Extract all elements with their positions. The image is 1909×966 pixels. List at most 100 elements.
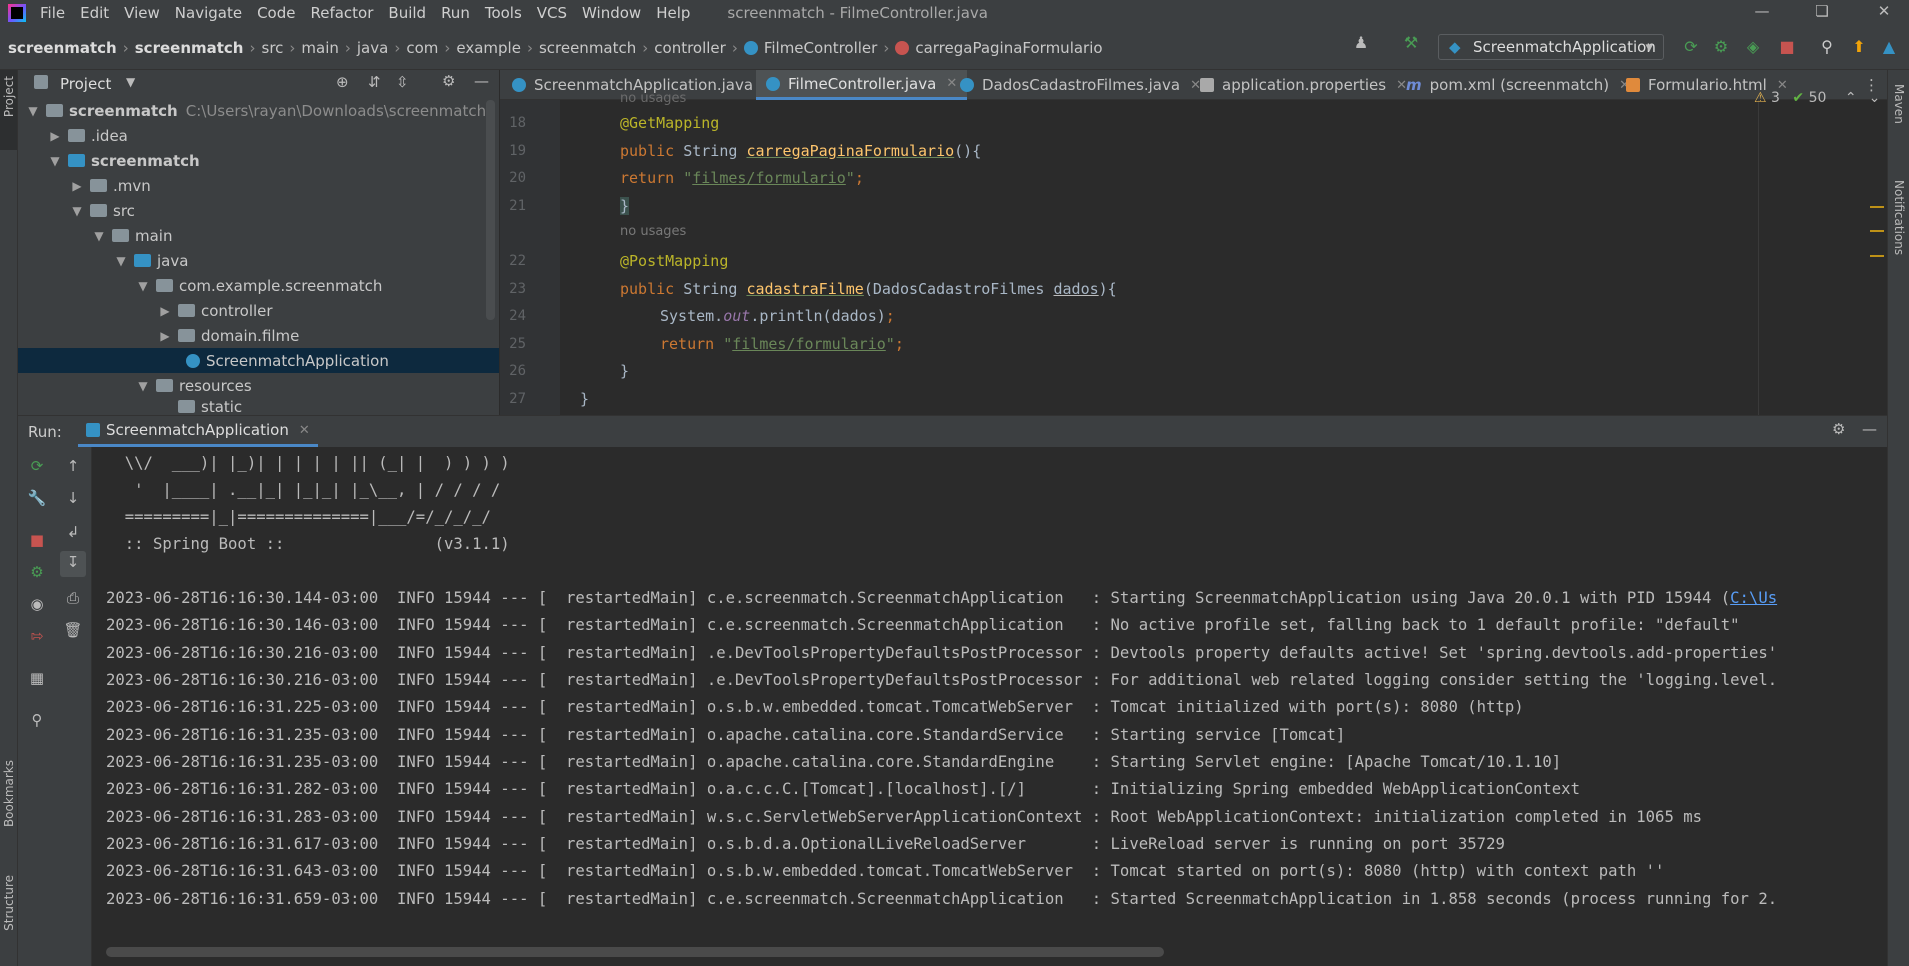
breadcrumb-method[interactable]: carregaPaginaFormulario: [915, 39, 1102, 57]
tab-dados-cadastro-filmes[interactable]: DadosCadastroFilmes.java ✕: [960, 70, 1201, 100]
print-icon[interactable]: ⎙: [62, 587, 84, 609]
tree-item-mvn[interactable]: ▶ .mvn: [70, 173, 150, 198]
console-horizontal-scrollbar[interactable]: [106, 947, 1164, 957]
code-line: public String cadastraFilme(DadosCadastr…: [620, 280, 1117, 298]
run-label: Run:: [28, 423, 62, 441]
tree-item-src[interactable]: ▼ src: [70, 198, 135, 223]
code-line: return "filmes/formulario";: [620, 169, 864, 187]
expand-all-icon[interactable]: ⇵: [368, 73, 381, 91]
project-scrollbar[interactable]: [486, 100, 495, 320]
menu-code[interactable]: Code: [257, 4, 295, 22]
menu-file[interactable]: File: [40, 4, 65, 22]
menu-run[interactable]: Run: [441, 4, 470, 22]
code-line: System.out.println(dados);: [660, 307, 895, 325]
rerun-icon[interactable]: ⟳: [26, 455, 48, 477]
tree-item-domain-filme[interactable]: ▶ domain.filme: [158, 323, 299, 348]
run-tab[interactable]: ScreenmatchApplication ✕: [78, 416, 318, 447]
layout-icon[interactable]: ▦: [26, 667, 48, 689]
intellij-logo-icon[interactable]: [8, 4, 26, 22]
tree-item-project-root[interactable]: ▼ screenmatch C:\Users\rayan\Downloads\scr…: [26, 98, 486, 123]
minimize-button[interactable]: —: [1750, 2, 1774, 24]
tree-item-main[interactable]: ▼ main: [92, 223, 172, 248]
project-view-label[interactable]: Project: [60, 75, 111, 93]
code-line: }: [620, 362, 630, 380]
tree-item-package[interactable]: ▼ com.example.screenmatch: [136, 273, 382, 298]
plugin-icon[interactable]: ▲: [1878, 36, 1900, 58]
breadcrumb-java[interactable]: java: [357, 39, 388, 57]
update-icon[interactable]: ⬆: [1848, 36, 1870, 58]
maven-tool-tab[interactable]: Maven: [1892, 84, 1906, 124]
menu-tools[interactable]: Tools: [485, 4, 522, 22]
tab-application-properties[interactable]: application.properties ✕: [1200, 70, 1407, 100]
wrench-icon[interactable]: 🔧: [26, 487, 48, 509]
tree-item-module[interactable]: ▼ screenmatch: [48, 148, 199, 173]
breadcrumb-src[interactable]: src: [262, 39, 284, 57]
editor-gutter: 18 19 20 21 22 23 24 25 26 27: [500, 100, 560, 415]
soft-wrap-icon[interactable]: ↲: [62, 521, 84, 543]
tree-item-resources[interactable]: ▼ resources: [136, 373, 251, 398]
tree-item-idea[interactable]: ▶ .idea: [48, 123, 128, 148]
menu-build[interactable]: Build: [388, 4, 426, 22]
breadcrumb-module[interactable]: screenmatch: [135, 39, 244, 57]
gear-icon[interactable]: ⚙: [442, 72, 455, 90]
run-configuration-select[interactable]: ScreenmatchApplication ▾ ◆: [1438, 34, 1664, 60]
code-line: }: [580, 390, 590, 408]
coverage-icon[interactable]: ◈: [1742, 36, 1764, 58]
tab-pom-xml[interactable]: m pom.xml (screenmatch) ✕: [1406, 70, 1630, 100]
stop-icon[interactable]: ■: [1776, 36, 1798, 58]
arrow-down-icon[interactable]: ↓: [62, 487, 84, 509]
bookmarks-tool-tab[interactable]: Bookmarks: [2, 760, 16, 827]
breadcrumb-controller[interactable]: controller: [654, 39, 726, 57]
arrow-up-icon[interactable]: ↑: [62, 455, 84, 477]
chevron-down-icon[interactable]: ▼: [126, 75, 135, 89]
breadcrumb-class[interactable]: FilmeController: [764, 39, 878, 57]
menu-help[interactable]: Help: [656, 4, 690, 22]
breadcrumb-main[interactable]: main: [301, 39, 338, 57]
tree-item-screenmatch-application[interactable]: ScreenmatchApplication: [18, 348, 499, 373]
project-tool-tab[interactable]: Project: [2, 76, 16, 117]
code-line: public String carregaPaginaFormulario(){: [620, 142, 982, 160]
tab-filme-controller[interactable]: FilmeController.java ✕: [756, 70, 968, 100]
main-menu: File Edit View Navigate Code Refactor Bu…: [40, 4, 705, 22]
menu-view[interactable]: View: [124, 4, 160, 22]
notifications-tool-tab[interactable]: Notifications: [1892, 180, 1906, 255]
debug-icon[interactable]: ⚙: [1710, 36, 1732, 58]
close-window-button[interactable]: ✕: [1872, 2, 1896, 24]
breadcrumb-screenmatch[interactable]: screenmatch: [539, 39, 636, 57]
build-hammer-icon[interactable]: ⚒: [1400, 32, 1422, 54]
breadcrumb-com[interactable]: com: [406, 39, 438, 57]
rerun-icon[interactable]: ⟳: [1680, 36, 1702, 58]
close-icon[interactable]: ✕: [299, 423, 310, 438]
collapse-all-icon[interactable]: ⇳: [396, 73, 409, 91]
menu-refactor[interactable]: Refactor: [310, 4, 373, 22]
menu-window[interactable]: Window: [582, 4, 641, 22]
exit-icon[interactable]: ⇰: [26, 625, 48, 647]
breadcrumb-project[interactable]: screenmatch: [8, 39, 117, 57]
menu-navigate[interactable]: Navigate: [175, 4, 242, 22]
tree-item-static[interactable]: static: [158, 398, 242, 415]
structure-tool-tab[interactable]: Structure: [2, 875, 16, 931]
close-icon: ✕: [946, 76, 958, 91]
file-path-link[interactable]: C:\Us: [1730, 589, 1777, 607]
hide-panel-icon[interactable]: —: [474, 72, 489, 90]
hide-panel-icon[interactable]: —: [1862, 420, 1877, 438]
debug-icon[interactable]: ⚙: [26, 561, 48, 583]
inspection-widget[interactable]: ⚠ 3 ✔ 50 ⌃ ⌄: [1754, 90, 1880, 106]
code-editor[interactable]: 18 19 20 21 22 23 24 25 26 27 no usages …: [500, 90, 1887, 415]
scroll-to-end-icon[interactable]: ↧: [60, 551, 86, 577]
tree-item-controller[interactable]: ▶ controller: [158, 298, 272, 323]
breadcrumb-example[interactable]: example: [456, 39, 521, 57]
search-icon[interactable]: ⚲: [1816, 36, 1838, 58]
pin-icon[interactable]: ⚲: [26, 709, 48, 731]
maximize-button[interactable]: ❏: [1810, 2, 1834, 24]
locate-icon[interactable]: ⊕: [336, 73, 349, 91]
gear-icon[interactable]: ⚙: [1832, 420, 1845, 438]
console-output[interactable]: \\/ ___)| |_)| | | | | || (_| | ) ) ) ) …: [92, 447, 1887, 966]
user-icon[interactable]: ♟: [1350, 32, 1372, 54]
tree-item-java[interactable]: ▼ java: [114, 248, 188, 273]
menu-vcs[interactable]: VCS: [537, 4, 567, 22]
menu-edit[interactable]: Edit: [80, 4, 109, 22]
camera-icon[interactable]: ◉: [26, 593, 48, 615]
stop-icon[interactable]: ■: [26, 529, 48, 551]
trash-icon[interactable]: 🗑: [62, 619, 84, 641]
